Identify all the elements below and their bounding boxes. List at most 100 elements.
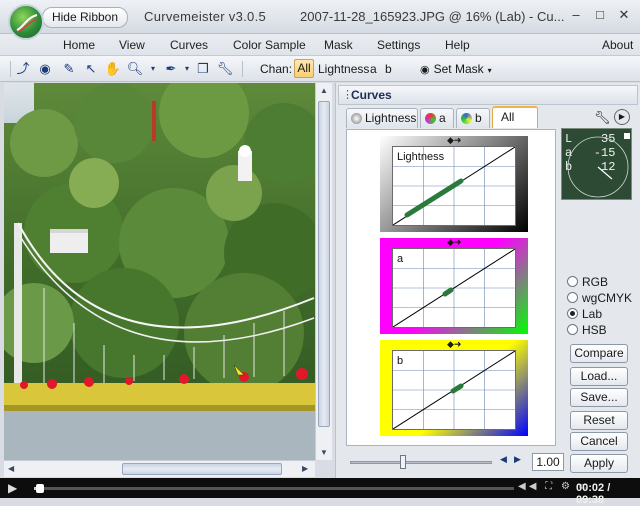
document-title: 2007-11-28_165923.JPG @ 16% (Lab) - Cu..… xyxy=(300,9,565,24)
tab-all[interactable]: All xyxy=(492,106,538,128)
a-curve-plot[interactable]: a xyxy=(392,248,516,328)
cancel-button[interactable]: Cancel xyxy=(570,432,628,451)
play-icon[interactable]: ▶ xyxy=(614,109,630,125)
tab-b-label: b xyxy=(475,111,482,125)
hue-dial-icon xyxy=(567,133,630,198)
pointer-icon[interactable]: ↖ xyxy=(82,60,100,78)
chevron-down-icon[interactable]: ▾ xyxy=(144,60,162,78)
channel-tabs: Lightness a b All xyxy=(346,106,586,130)
lightness-curve-plot[interactable]: Lightness xyxy=(392,146,516,226)
zoom-slider-knob[interactable] xyxy=(400,455,406,469)
pen-tool-icon[interactable]: ✎ xyxy=(60,60,78,78)
set-mask-button[interactable]: ◉ Set Mask ▾ xyxy=(420,62,492,76)
scroll-right-icon[interactable]: ▶ xyxy=(302,464,308,473)
seek-knob[interactable] xyxy=(36,484,44,493)
radio-rgb[interactable]: RGB xyxy=(567,275,608,289)
mask-icon[interactable]: ◉ xyxy=(36,60,54,78)
tab-lightness[interactable]: Lightness xyxy=(346,108,418,128)
channel-all-button[interactable]: All xyxy=(294,59,314,78)
scroll-up-icon[interactable]: ▲ xyxy=(320,86,328,95)
tab-b[interactable]: b xyxy=(456,108,490,128)
playback-time: 00:02 / 09:38 xyxy=(576,482,611,506)
b-curve-plot[interactable]: b xyxy=(392,350,516,430)
menu-color-sample[interactable]: Color Sample xyxy=(233,38,306,52)
radio-circle[interactable] xyxy=(567,276,578,287)
tab-a-label: a xyxy=(439,111,446,125)
tab-a[interactable]: a xyxy=(420,108,454,128)
a-curve-graph[interactable]: ◆➜ a xyxy=(380,237,528,334)
close-button[interactable]: ✕ xyxy=(614,5,634,25)
menu-home[interactable]: Home xyxy=(63,38,95,52)
wrench-icon[interactable]: 🔧︎ xyxy=(216,60,234,78)
menu-mask[interactable]: Mask xyxy=(324,38,353,52)
graph-handle-icon[interactable]: ◆➜ xyxy=(447,339,461,350)
scroll-left-icon[interactable]: ◀ xyxy=(8,464,14,473)
scroll-down-icon[interactable]: ▼ xyxy=(320,448,328,457)
channel-b-button[interactable]: b xyxy=(385,62,392,76)
lightness-curve-graph[interactable]: ◆➜ Lightness xyxy=(380,135,528,232)
b-channel-icon xyxy=(461,113,472,124)
vertical-scroll-thumb[interactable] xyxy=(318,101,330,427)
radio-hsb-label: HSB xyxy=(582,323,607,337)
curve-tool-icon[interactable]: ⤴ xyxy=(14,60,32,78)
app-logo-icon[interactable] xyxy=(8,4,44,40)
curves-panel: ⋮ Curves Lightness a b All 🔧︎ ▶ ◆➜ Light… xyxy=(335,83,640,478)
graph-handle-icon[interactable]: ◆➜ xyxy=(447,135,461,146)
copy-icon[interactable]: ❐ xyxy=(194,60,212,78)
radio-circle-selected[interactable] xyxy=(567,308,578,319)
channel-a-button[interactable]: a xyxy=(370,62,377,76)
lab-readout-display: L 35 a -15 b 12 xyxy=(561,128,632,200)
radio-lab-label: Lab xyxy=(582,307,603,321)
reset-button[interactable]: Reset xyxy=(570,411,628,430)
hide-ribbon-button[interactable]: Hide Ribbon xyxy=(42,7,128,28)
tab-all-label: All xyxy=(501,110,515,124)
graph-handle-icon[interactable]: ◆➜ xyxy=(447,237,461,248)
zoom-value[interactable]: 1.00 xyxy=(532,453,564,471)
menu-curves[interactable]: Curves xyxy=(170,38,208,52)
maximize-button[interactable]: □ xyxy=(590,5,610,25)
radio-lab[interactable]: Lab xyxy=(567,307,602,321)
toolbar-separator xyxy=(242,61,243,77)
minimize-button[interactable]: – xyxy=(566,5,586,25)
radio-rgb-label: RGB xyxy=(582,275,609,289)
slider-left-icon[interactable]: ◀ xyxy=(500,454,507,465)
photo-bridge-landscape xyxy=(4,83,315,460)
load-button[interactable]: Load... xyxy=(570,367,628,386)
menu-view[interactable]: View xyxy=(119,38,145,52)
save-button[interactable]: Save... xyxy=(570,388,628,407)
radio-circle[interactable] xyxy=(567,292,578,303)
hand-icon[interactable]: ✋ xyxy=(104,60,122,78)
zoom-slider-track[interactable] xyxy=(350,461,492,464)
channel-lightness-button[interactable]: Lightness xyxy=(318,62,369,76)
b-curve-graph[interactable]: ◆➜ b xyxy=(380,339,528,436)
toolbar-grip xyxy=(10,61,11,77)
horizontal-scroll-thumb[interactable] xyxy=(122,463,282,475)
image-horizontal-scrollbar[interactable]: ◀ ▶ xyxy=(4,460,315,477)
image-canvas[interactable] xyxy=(4,83,315,460)
curves-graph-area: ◆➜ Lightness ◆➜ a ◆➜ b xyxy=(346,129,556,446)
toolbar: ⤴ ◉ ✎ ↖ ✋ 🔍︎ ▾ ✒ ▾ ❐ 🔧︎ Chan: All Lightn… xyxy=(0,56,640,82)
seek-bar[interactable] xyxy=(34,484,514,493)
radio-hsb[interactable]: HSB xyxy=(567,323,607,337)
menu-help[interactable]: Help xyxy=(445,38,470,52)
compare-button[interactable]: Compare xyxy=(570,344,628,363)
a-channel-icon xyxy=(425,113,436,124)
lightness-icon xyxy=(351,113,362,124)
lightness-graph-label: Lightness xyxy=(397,151,445,163)
a-graph-label: a xyxy=(397,253,404,265)
menu-about[interactable]: About xyxy=(602,38,633,52)
zoom-slider-row: ◀ ▶ 1.00 xyxy=(346,453,636,473)
radio-wgcmyk[interactable]: wgCMYK xyxy=(567,291,632,305)
radio-circle[interactable] xyxy=(567,324,578,335)
app-title: Curvemeister v3.0.5 xyxy=(144,9,267,24)
wrench-icon[interactable]: 🔧︎ xyxy=(594,110,611,126)
zoom-icon[interactable]: 🔍︎ xyxy=(126,60,144,78)
slider-right-icon[interactable]: ▶ xyxy=(514,454,521,465)
menu-settings[interactable]: Settings xyxy=(377,38,420,52)
play-icon[interactable]: ▶ xyxy=(8,481,17,495)
panel-title: Curves xyxy=(351,88,392,102)
tab-lightness-label: Lightness xyxy=(365,111,417,125)
mask-icon: ◉ xyxy=(420,64,430,76)
title-bar: Hide Ribbon Curvemeister v3.0.5 2007-11-… xyxy=(0,0,640,34)
image-vertical-scrollbar[interactable]: ▲ ▼ xyxy=(315,83,332,460)
